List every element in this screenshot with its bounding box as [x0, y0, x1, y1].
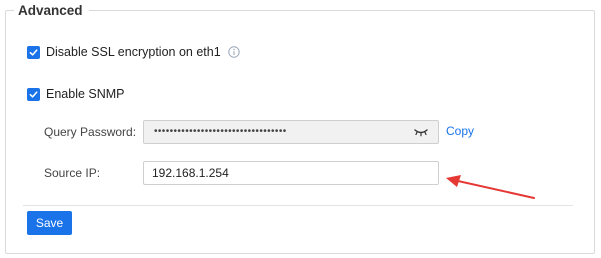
copy-password-link[interactable]: Copy [446, 124, 474, 138]
save-button[interactable]: Save [27, 211, 72, 235]
source-ip-input[interactable] [143, 161, 439, 185]
divider [23, 205, 573, 206]
query-password-field[interactable]: •••••••••••••••••••••••••••••••••• [143, 120, 439, 144]
disable-ssl-checkbox[interactable] [27, 45, 40, 59]
query-password-value: •••••••••••••••••••••••••••••••••• [154, 126, 287, 137]
eye-closed-icon[interactable] [414, 128, 428, 137]
enable-snmp-label: Enable SNMP [46, 87, 125, 101]
query-password-label: Query Password: [44, 125, 137, 139]
checkmark-icon [29, 90, 38, 98]
info-icon[interactable] [227, 46, 240, 58]
checkmark-icon [29, 48, 38, 56]
section-title: Advanced [14, 3, 89, 18]
disable-ssl-option[interactable]: Disable SSL encryption on eth1 [27, 45, 240, 59]
source-ip-label: Source IP: [44, 166, 101, 180]
enable-snmp-checkbox[interactable] [27, 87, 40, 101]
enable-snmp-option[interactable]: Enable SNMP [27, 87, 125, 101]
disable-ssl-label: Disable SSL encryption on eth1 [46, 45, 221, 59]
